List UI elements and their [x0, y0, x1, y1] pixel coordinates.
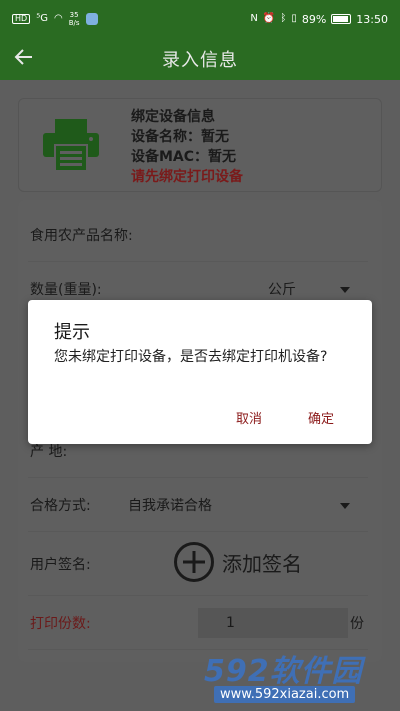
net-speed-unit: B/s	[68, 19, 80, 27]
device-info-card: 绑定设备信息 设备名称：暂无 设备MAC：暂无 请先绑定打印设备	[18, 98, 382, 192]
net-speed: 35 B/s	[69, 11, 80, 27]
device-heading: 绑定设备信息	[131, 109, 215, 125]
app-notification-icon	[85, 13, 98, 25]
qualification-label: 合格方式:	[30, 497, 91, 514]
copies-input-bg	[198, 608, 348, 638]
cancel-button[interactable]: 取消	[230, 404, 268, 431]
app-bar: 录入信息	[0, 38, 400, 80]
nfc-icon: N	[250, 13, 258, 24]
vibrate-icon: ▯	[291, 13, 297, 24]
clock: 13:50	[356, 12, 388, 26]
quantity-unit-select[interactable]: 公斤	[268, 279, 296, 299]
product-name-row[interactable]: 食用农产品名称:	[28, 208, 368, 262]
signature-label: 用户签名:	[30, 556, 91, 573]
dialog-title: 提示	[54, 322, 90, 343]
bind-printer-dialog: 提示 您未绑定打印设备，是否去绑定打印机设备? 取消 确定	[28, 300, 372, 444]
add-signature-button[interactable]: 添加签名	[174, 542, 302, 582]
qualification-select[interactable]: 自我承诺合格	[128, 495, 212, 515]
chevron-down-icon	[340, 503, 350, 509]
plus-circle-icon	[174, 542, 214, 582]
arrow-left-icon[interactable]	[10, 46, 38, 72]
watermark-brand: 592软件园	[204, 654, 363, 689]
product-name-label: 食用农产品名称:	[30, 227, 133, 244]
dialog-message: 您未绑定打印设备，是否去绑定打印机设备?	[54, 349, 328, 365]
signal-icon: ⁵G	[36, 13, 48, 24]
add-signature-label: 添加签名	[222, 551, 302, 576]
bluetooth-icon: ᛒ	[280, 13, 287, 24]
copies-label: 打印份数:	[30, 615, 91, 632]
alarm-icon: ⏰	[262, 13, 276, 24]
hd-indicator: HD	[12, 14, 31, 24]
battery-percent: 89%	[301, 12, 327, 26]
site-watermark: 592软件园 www.592xiazai.com	[196, 640, 400, 711]
signature-row: 用户签名: 添加签名	[28, 532, 368, 596]
chevron-down-icon	[340, 287, 350, 293]
device-name: 设备名称：暂无	[131, 129, 229, 145]
confirm-button[interactable]: 确定	[302, 404, 340, 431]
copies-unit: 份	[350, 615, 364, 632]
wifi-icon: ◠	[53, 13, 63, 24]
bind-warning: 请先绑定打印设备	[131, 169, 243, 185]
battery-icon	[331, 14, 352, 24]
page-title: 录入信息	[162, 50, 238, 71]
qualification-row[interactable]: 合格方式: 自我承诺合格	[28, 478, 368, 532]
copies-input[interactable]: 1	[226, 615, 235, 631]
net-speed-value: 35	[69, 11, 79, 19]
quantity-label: 数量(重量):	[30, 281, 102, 298]
watermark-url: www.592xiazai.com	[214, 686, 356, 703]
device-info-text: 绑定设备信息 设备名称：暂无 设备MAC：暂无 请先绑定打印设备	[131, 107, 243, 187]
printer-icon	[41, 117, 101, 173]
device-mac: 设备MAC：暂无	[131, 149, 237, 165]
status-bar: HD ⁵G ◠ 35 B/s N ⏰ ᛒ ▯ 89% 13:50	[0, 0, 400, 38]
